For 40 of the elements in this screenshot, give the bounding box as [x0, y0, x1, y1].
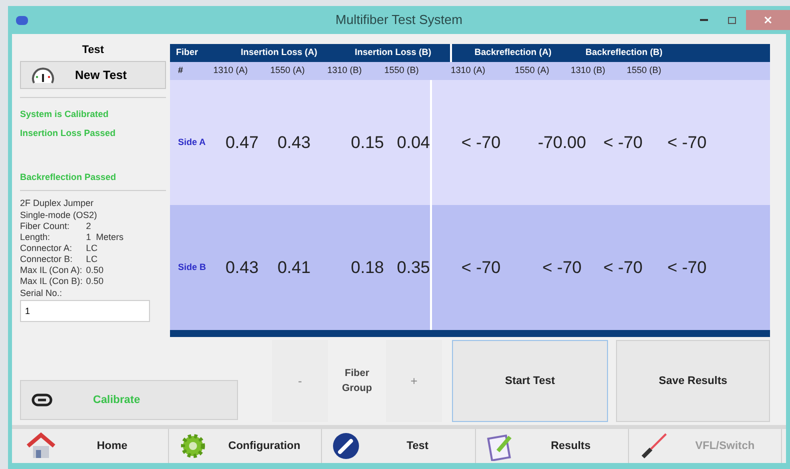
- link-icon: [31, 393, 53, 407]
- gauge-icon: [31, 64, 55, 84]
- spec-label: Max IL (Con B):: [20, 276, 84, 287]
- serial-field[interactable]: 1: [20, 300, 150, 322]
- jumper-description: 2F Duplex Jumper: [20, 197, 95, 209]
- spec-label: Fiber Count:: [20, 221, 71, 232]
- panel-heading: Test: [81, 43, 105, 58]
- table-row: Side B 0.43 0.41 0.18 0.35 < -70 < -70 < -70 < -70: [170, 205, 770, 330]
- jumper-description: Single-mode (OS2): [20, 209, 98, 221]
- status-message: System is Calibrated: [20, 108, 110, 121]
- fiber-group-label: Fiber Group: [341, 367, 373, 396]
- spec-label: Length:: [20, 232, 52, 243]
- spec-value: 2: [86, 221, 92, 232]
- nav-tab[interactable]: Test: [322, 429, 476, 463]
- spec-value: 1 Meters: [86, 232, 124, 243]
- new-test-button[interactable]: New Test: [20, 60, 166, 88]
- spec-label: Connector B:: [20, 254, 74, 265]
- spec-label: Max IL (Con A):: [20, 265, 84, 276]
- nav-tab[interactable]: Home: [16, 429, 170, 463]
- nav-tab[interactable]: Configuration: [169, 429, 322, 463]
- subheader-row: # 1310 (A) 1550 (A) 1310 (B) 1550 (B) 1310 (A) 1550 (A) 1310 (B) 1550 (B): [170, 62, 770, 80]
- pencil-icon: [332, 432, 360, 460]
- table-header: Fiber Insertion Loss (A) Insertion Loss (B) Backreflection (A) Backreflection (B): [170, 44, 770, 62]
- app-icon: [16, 16, 28, 24]
- spec-value: LC: [86, 243, 98, 254]
- spec-value: LC: [86, 254, 98, 265]
- serial-label: Serial No.:: [20, 287, 64, 299]
- table-row: Side A 0.47 0.43 0.15 0.04 < -70 -70.00 < -70 < -70: [170, 80, 770, 205]
- spec-value: 0.50: [86, 265, 104, 276]
- gear-icon: [179, 432, 208, 460]
- start-test-button[interactable]: Start Test: [452, 340, 608, 422]
- window-title: Multifiber Test System: [336, 11, 462, 30]
- spec-label: Connector A:: [20, 243, 74, 254]
- close-icon: [764, 16, 772, 24]
- spec-value: 0.50: [86, 276, 104, 287]
- nav-tab[interactable]: Results: [476, 429, 629, 463]
- status-message: Backreflection Passed: [20, 170, 118, 184]
- status-message: Insertion Loss Passed: [20, 127, 117, 140]
- house-icon: [26, 432, 56, 460]
- save-results-button[interactable]: Save Results: [616, 340, 770, 422]
